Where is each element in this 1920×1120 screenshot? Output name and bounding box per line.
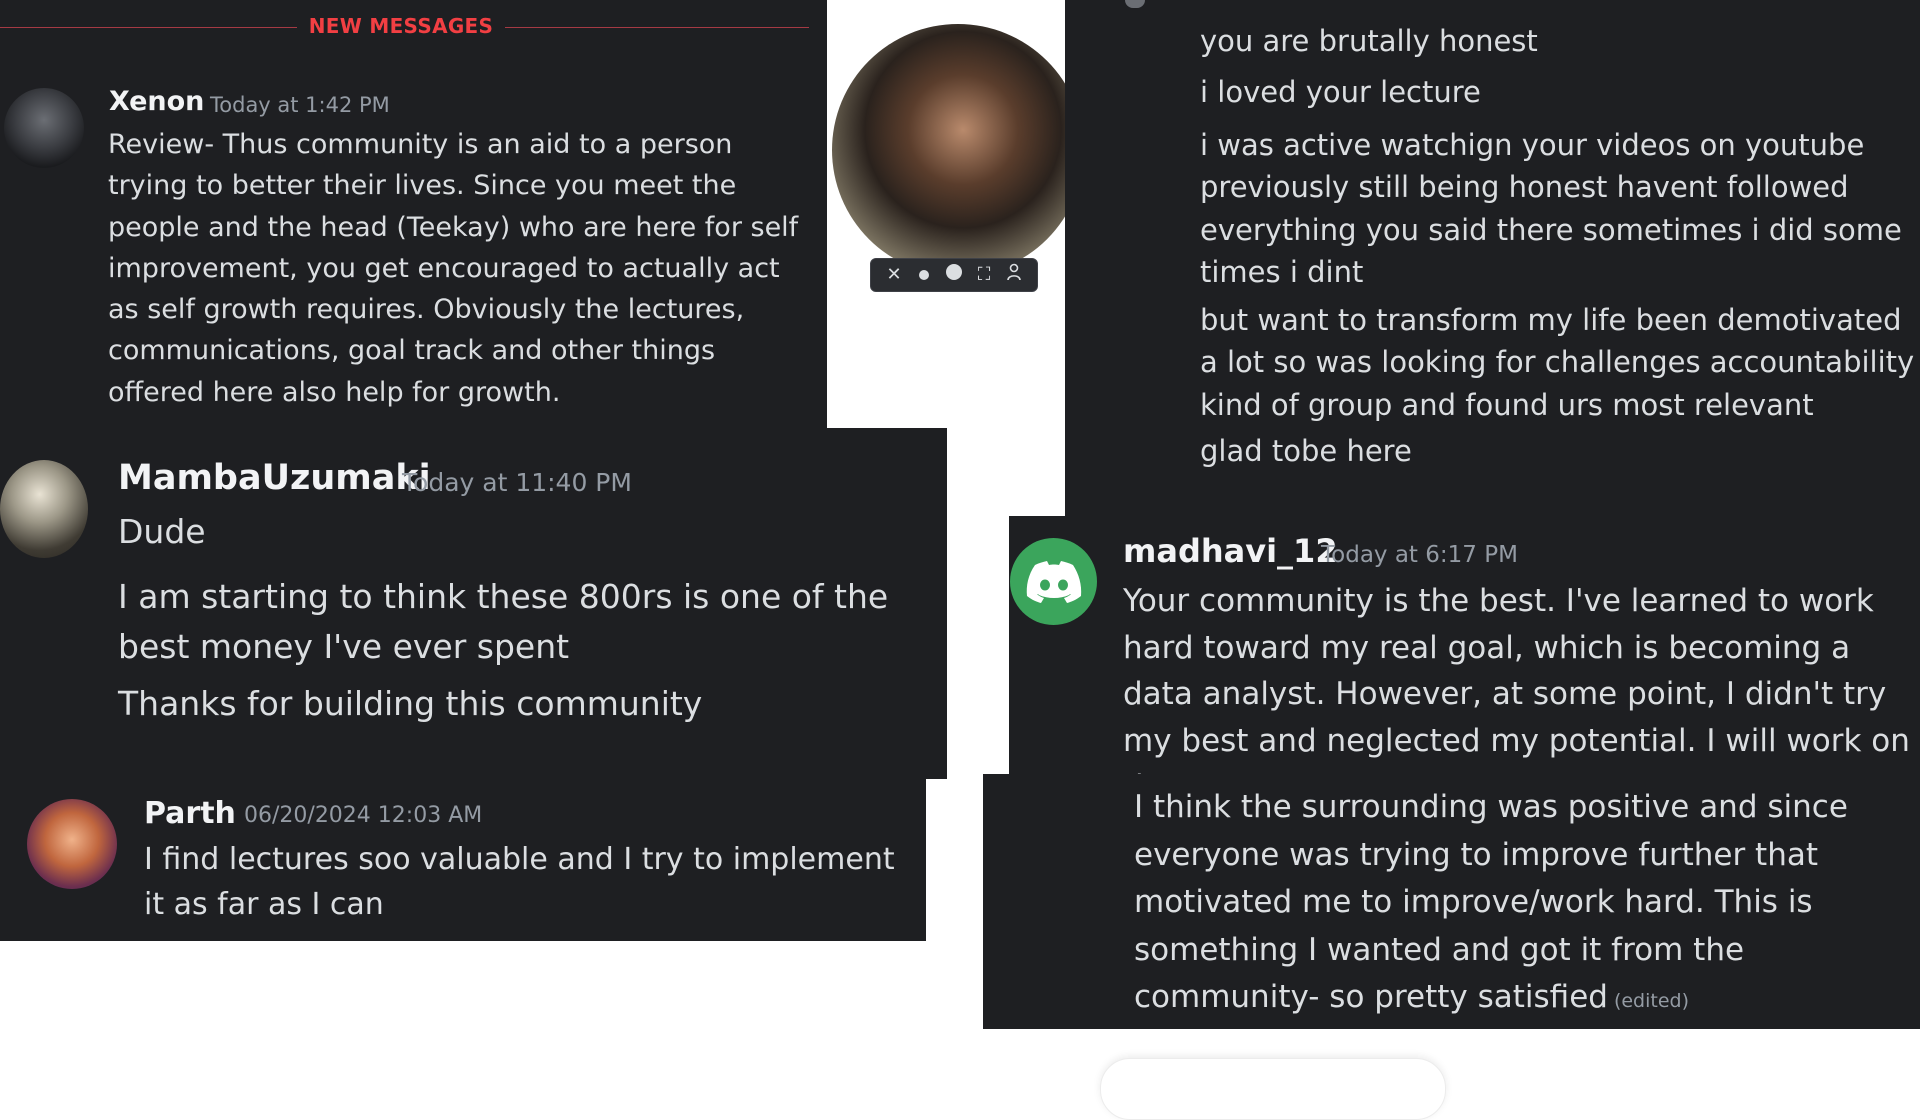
new-messages-divider-right: [505, 27, 809, 28]
webcam-controls-bar: ✕ ⛶: [870, 258, 1038, 292]
avatar[interactable]: [4, 88, 84, 168]
person-icon[interactable]: [1003, 263, 1025, 287]
timestamp: 06/20/2024 12:03 AM: [244, 803, 483, 828]
timestamp: Today at 11:40 PM: [402, 468, 632, 497]
bottom-pill: [1100, 1058, 1446, 1120]
dot-large-icon[interactable]: [943, 264, 965, 286]
author-name[interactable]: Xenon: [109, 86, 204, 117]
message-card-parth: Parth 06/20/2024 12:03 AM I find lecture…: [0, 779, 926, 941]
message-card-xenon: NEW MESSAGES Xenon Today at 1:42 PM Revi…: [0, 0, 827, 428]
message-text: I am starting to think these 800rs is on…: [118, 577, 889, 666]
avatar[interactable]: [0, 460, 88, 558]
author-name[interactable]: Parth: [144, 796, 236, 831]
timestamp: Today at 1:42 PM: [210, 93, 390, 117]
close-icon[interactable]: ✕: [883, 264, 905, 286]
message-text: Review- Thus community is an aid to a pe…: [108, 129, 799, 408]
message-card-mambauzumaki: MambaUzumaki Today at 11:40 PM Dude I am…: [0, 428, 947, 779]
message-text: glad tobe here: [1200, 434, 1412, 468]
message-card-continuation-bottom: I think the surrounding was positive and…: [983, 774, 1920, 1029]
message-card-madhavi: madhavi_12 Today at 6:17 PM Your communi…: [1009, 516, 1920, 774]
message-text: I think the surrounding was positive and…: [1134, 784, 1914, 1026]
dot-small-icon[interactable]: [913, 264, 935, 286]
message-text-content: I think the surrounding was positive and…: [1134, 789, 1848, 1015]
message-text: you are brutally honest: [1200, 24, 1538, 58]
message-text: Dude: [118, 512, 206, 551]
author-name[interactable]: madhavi_12: [1123, 532, 1338, 570]
webcam-video-bubble[interactable]: [832, 24, 1084, 276]
timestamp: Today at 6:17 PM: [1321, 542, 1518, 568]
author-name[interactable]: MambaUzumaki: [118, 458, 431, 498]
message-text: but want to transform my life been demot…: [1200, 303, 1915, 422]
message-text: Thanks for building this community: [118, 684, 703, 723]
new-messages-divider-left: [0, 27, 297, 28]
message-card-continuation-top: you are brutally honest i loved your lec…: [1065, 0, 1920, 516]
avatar[interactable]: [27, 799, 117, 889]
discord-icon[interactable]: [1010, 538, 1097, 625]
avatar-edge-icon: [1125, 0, 1145, 8]
message-text: Your community is the best. I've learned…: [1123, 583, 1910, 774]
new-messages-label: NEW MESSAGES: [308, 14, 494, 38]
message-text: I find lectures soo valuable and I try t…: [144, 842, 895, 922]
message-text: i loved your lecture: [1200, 75, 1481, 109]
message-text: i was active watchign your videos on you…: [1200, 128, 1902, 289]
edited-label: (edited): [1613, 990, 1690, 1012]
fullscreen-icon[interactable]: ⛶: [973, 264, 995, 286]
